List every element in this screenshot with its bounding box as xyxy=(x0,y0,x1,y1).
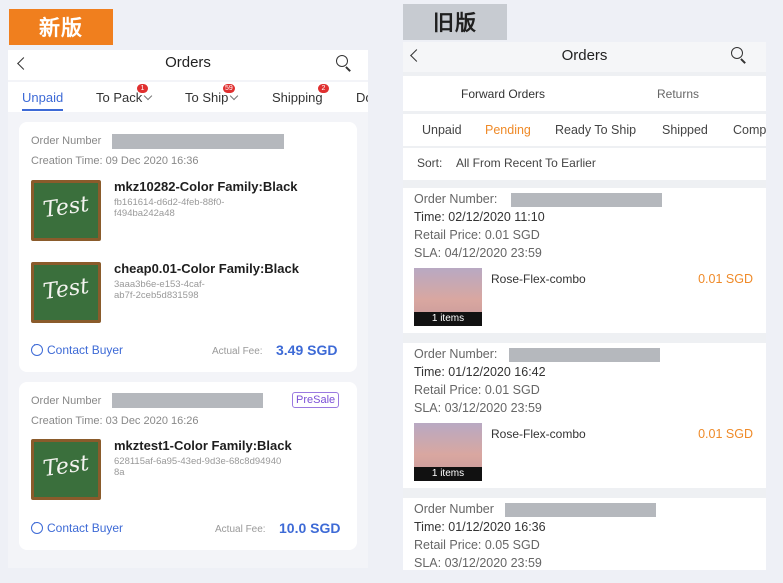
retail-price: Retail Price: 0.01 SGD xyxy=(414,228,540,242)
contact-label: Contact Buyer xyxy=(47,521,124,535)
thumbnail-text: Test xyxy=(41,191,91,224)
product-thumbnail[interactable]: 1 items xyxy=(414,423,482,481)
tab-label: Do xyxy=(356,90,368,105)
tab-label: To Pack xyxy=(96,90,143,105)
tab-shipped[interactable]: Shipped xyxy=(662,123,708,137)
order-type-tabs: Forward Orders Returns xyxy=(403,76,766,111)
tab-delivered[interactable]: Do xyxy=(356,90,368,105)
redacted-order-number xyxy=(112,134,284,149)
new-version-tag: 新版 xyxy=(9,9,113,45)
chat-icon xyxy=(31,518,43,534)
order-time: Time: 01/12/2020 16:36 xyxy=(414,520,546,534)
order-number-label: Order Number: xyxy=(414,192,498,206)
chevron-down-icon xyxy=(144,91,153,101)
presale-badge: PreSale xyxy=(292,392,340,408)
product-id: 628115af-6a95-43ed-9d3e-68c8d94940 8a xyxy=(114,456,282,478)
tab-unpaid[interactable]: Unpaid xyxy=(422,123,462,137)
order-status-tabs: Unpaid Pending Ready To Ship Shipped Com… xyxy=(403,114,766,146)
thumbnail-text: Test xyxy=(41,450,91,483)
order-card[interactable]: Order Number PreSale Creation Time: 03 D… xyxy=(19,382,357,550)
creation-time: Creation Time: 03 Dec 2020 16:26 xyxy=(31,415,199,427)
items-count: 1 items xyxy=(414,467,482,481)
page-title: Orders xyxy=(165,54,211,71)
order-card[interactable]: Order Number Creation Time: 09 Dec 2020 … xyxy=(19,122,357,372)
product-thumbnail[interactable]: Test xyxy=(31,180,101,241)
order-number-label: Order Number xyxy=(31,135,102,147)
sort-value[interactable]: All From Recent To Earlier xyxy=(456,156,596,170)
contact-buyer-button[interactable]: Contact Buyer xyxy=(31,518,124,535)
product-id: 3aaa3b6e-e153-4caf- ab7f-2ceb5d831598 xyxy=(114,279,205,301)
contact-label: Contact Buyer xyxy=(47,343,124,357)
product-price: 0.01 SGD xyxy=(698,272,753,286)
actual-fee-value: 3.49 SGD xyxy=(276,342,338,358)
app-header: Orders xyxy=(8,50,368,80)
tab-badge: 2 xyxy=(318,84,329,93)
sla: SLA: 03/12/2020 23:59 xyxy=(414,401,542,415)
redacted-order-number xyxy=(112,393,263,408)
tab-ready-to-ship[interactable]: Ready To Ship xyxy=(555,123,636,137)
tab-forward-orders[interactable]: Forward Orders xyxy=(461,87,545,101)
page-title: Orders xyxy=(561,47,608,64)
chat-icon xyxy=(31,340,43,356)
actual-fee-label: Actual Fee: xyxy=(212,346,263,357)
product-name: cheap0.01-Color Family:Black xyxy=(114,261,299,276)
tab-unpaid[interactable]: Unpaid xyxy=(22,90,64,111)
redacted-order-number xyxy=(509,348,660,362)
tab-to-pack[interactable]: To Pack 1 xyxy=(96,84,153,105)
old-version-tag: 旧版 xyxy=(403,4,507,40)
order-number-label: Order Number xyxy=(31,395,102,407)
tab-completed[interactable]: Comp xyxy=(733,123,766,137)
creation-time: Creation Time: 09 Dec 2020 16:36 xyxy=(31,155,199,167)
contact-buyer-button[interactable]: Contact Buyer xyxy=(31,340,124,357)
tab-returns[interactable]: Returns xyxy=(657,87,699,101)
product-price: 0.01 SGD xyxy=(698,427,753,441)
redacted-order-number xyxy=(511,193,662,207)
sort-label: Sort: xyxy=(417,156,443,170)
product-name: Rose-Flex-combo xyxy=(491,427,586,441)
tab-label: Shipping xyxy=(272,90,323,105)
chevron-down-icon xyxy=(230,91,239,101)
tab-badge: 1 xyxy=(137,84,148,93)
tab-shipping[interactable]: Shipping 2 xyxy=(272,84,329,105)
retail-price: Retail Price: 0.05 SGD xyxy=(414,538,540,552)
tab-label: To Ship xyxy=(185,90,229,105)
search-icon[interactable] xyxy=(335,54,353,72)
app-header: Orders xyxy=(403,42,766,72)
product-thumbnail[interactable]: Test xyxy=(31,262,101,323)
product-id: fb161614-d6d2-4feb-88f0- f494ba242a48 xyxy=(114,197,225,219)
tab-pending[interactable]: Pending xyxy=(485,123,531,137)
order-card[interactable]: Order Number: Time: 02/12/2020 11:10 Ret… xyxy=(403,188,766,333)
order-number-label: Order Number: xyxy=(414,347,498,361)
redacted-order-number xyxy=(505,503,656,517)
order-number-label: Order Number xyxy=(414,502,494,516)
old-orders-screen: Orders Forward Orders Returns Unpaid Pen… xyxy=(403,42,766,570)
product-name: mkz10282-Color Family:Black xyxy=(114,179,298,194)
sla: SLA: 04/12/2020 23:59 xyxy=(414,246,542,260)
product-thumbnail[interactable]: Test xyxy=(31,439,101,500)
actual-fee-label: Actual Fee: xyxy=(215,524,266,535)
product-name: mkztest1-Color Family:Black xyxy=(114,438,292,453)
order-time: Time: 02/12/2020 11:10 xyxy=(414,210,545,224)
tab-label: Unpaid xyxy=(22,90,64,105)
order-status-tabs: Unpaid To Pack 1 To Ship 59 Shipping 2 D… xyxy=(8,82,368,112)
thumbnail-text: Test xyxy=(41,273,91,306)
sla: SLA: 03/12/2020 23:59 xyxy=(414,556,542,570)
order-time: Time: 01/12/2020 16:42 xyxy=(414,365,546,379)
search-icon[interactable] xyxy=(730,46,748,64)
tab-badge: 59 xyxy=(223,84,235,93)
new-orders-screen: Orders Unpaid To Pack 1 To Ship 59 Shipp… xyxy=(8,50,368,568)
actual-fee-value: 10.0 SGD xyxy=(279,520,341,536)
items-count: 1 items xyxy=(414,312,482,326)
product-name: Rose-Flex-combo xyxy=(491,272,586,286)
product-thumbnail[interactable]: 1 items xyxy=(414,268,482,326)
tab-to-ship[interactable]: To Ship 59 xyxy=(185,84,239,105)
order-card[interactable]: Order Number Time: 01/12/2020 16:36 Reta… xyxy=(403,498,766,570)
sort-bar[interactable]: Sort: All From Recent To Earlier xyxy=(403,148,766,180)
retail-price: Retail Price: 0.01 SGD xyxy=(414,383,540,397)
order-card[interactable]: Order Number: Time: 01/12/2020 16:42 Ret… xyxy=(403,343,766,488)
